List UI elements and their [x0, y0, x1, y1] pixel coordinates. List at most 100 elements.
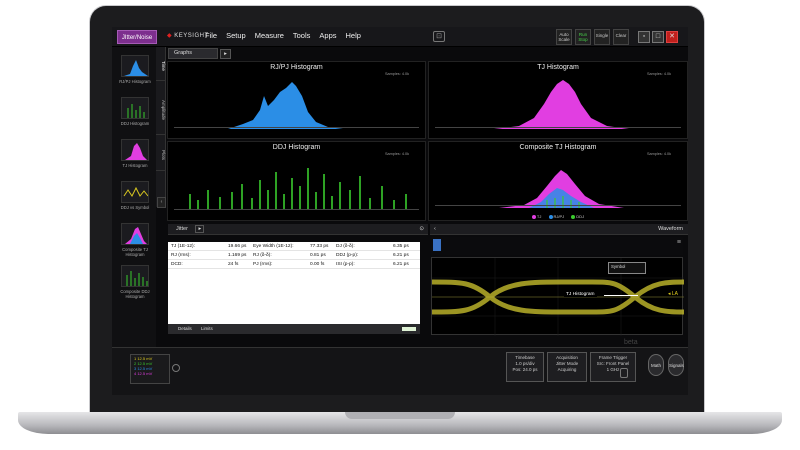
clear-button[interactable]: Clear — [613, 29, 629, 45]
annotation-arrow — [604, 295, 638, 296]
cell-value: 24 fs — [228, 261, 239, 267]
ddj-histogram-plot — [189, 168, 407, 210]
window-restore-icon[interactable]: ▫ — [638, 31, 650, 43]
tab-waveform[interactable]: Waveform — [658, 224, 683, 234]
acquisition-box[interactable]: Acquisition Jitter Mode Acquiring — [547, 352, 587, 382]
level-marker-label: LA — [671, 291, 678, 297]
details-button[interactable]: Details — [178, 326, 192, 331]
window-maximize-icon[interactable]: □ — [652, 31, 664, 43]
tab-jitter[interactable]: Jitter — [176, 226, 188, 232]
cell-value: 0.81 ps — [310, 252, 326, 258]
waveform-left-arrow-icon[interactable]: ‹ — [434, 226, 436, 232]
eye-diagram-svg — [431, 258, 685, 336]
sidebar-item-label: RJ/PJ Histogram — [119, 79, 151, 84]
sidebar-item-label: TJ Histogram — [122, 163, 148, 168]
cell-value: 19.66 ps — [228, 243, 247, 249]
expand-panel-icon[interactable]: ⊙ — [419, 224, 424, 234]
acquisition-line-2: Acquiring — [557, 367, 577, 372]
menu-help[interactable]: Help — [346, 31, 361, 40]
trigger-line-2: 1 GHz — [606, 367, 620, 372]
menu-setup[interactable]: Setup — [226, 31, 246, 40]
vertical-tabs: Time Amplitude Plots — [156, 47, 166, 207]
eye-diagram-plot: Symbol TJ Histogram ◂ LA — [431, 257, 685, 336]
menu-apps[interactable]: Apps — [319, 31, 336, 40]
cell-value: 6.21 ps — [393, 252, 409, 258]
cell-label: DJ (δ-δ): — [336, 243, 355, 249]
cell-label: RJ (δ-δ): — [253, 252, 272, 258]
sidebar-item-composite-tj[interactable]: Composite TJ Histogram — [118, 223, 152, 265]
table-row: DCD: 24 fs PJ (rms): 0.00 fs ISI (p-p): … — [168, 260, 420, 269]
menu-bar: JItter/Noise ◆ KEYSIGHT File Setup Measu… — [112, 27, 688, 47]
status-indicator — [402, 327, 416, 331]
sidebar-item-ddj-histogram[interactable]: DDJ Histogram — [118, 97, 152, 139]
tj-thumbnail-icon — [121, 139, 149, 161]
sidebar-item-label: Composite DDJ Histogram — [120, 289, 150, 299]
collapse-sidebar-icon[interactable]: ‹ — [157, 197, 166, 208]
tab-graphs[interactable]: Graphs ▸ — [168, 48, 231, 59]
menu-measure[interactable]: Measure — [255, 31, 284, 40]
jitter-tab-bar: Jitter ▸ ⊙ — [168, 224, 428, 235]
menu-tools[interactable]: Tools — [293, 31, 311, 40]
legend-rjpj: RJ/PJ — [548, 214, 564, 219]
sidebar-item-rjpj-histogram[interactable]: RJ/PJ Histogram — [118, 55, 152, 97]
math-button[interactable]: Math — [648, 354, 664, 376]
cell-label: TJ (1E-12): — [171, 243, 195, 249]
tab-plots[interactable]: Plots — [156, 141, 166, 171]
sidebar-item-composite-ddj[interactable]: Composite DDJ Histogram — [118, 265, 152, 307]
waveform-tab-bar: ‹ Waveform — [430, 224, 688, 235]
tj-histogram-annotation: TJ Histogram — [564, 292, 597, 297]
screenshot-camera-icon[interactable]: ⊡ — [433, 31, 445, 42]
cell-label: DDJ (p-p): — [336, 252, 359, 258]
waveform-marker-handle[interactable] — [433, 239, 441, 251]
composite-histogram-plot — [499, 170, 624, 208]
auto-scale-button[interactable]: Auto Scale — [556, 29, 572, 45]
channel-settings-gear-icon[interactable] — [172, 364, 180, 372]
jitter-footer-bar: Details Limits — [168, 324, 420, 334]
run-stop-button[interactable]: Run Stop — [575, 29, 591, 45]
composite-tj-thumbnail-icon — [121, 223, 149, 245]
bottom-status-bar: 1 12.5 mV 2 12.5 mV 3 12.5 mV 4 12.5 mV … — [112, 347, 688, 395]
menu-lines-icon[interactable]: ≡ — [677, 239, 681, 246]
symbol-box[interactable]: Symbol — [608, 262, 646, 274]
level-marker[interactable]: ◂ LA — [668, 291, 678, 297]
limits-button[interactable]: Limits — [201, 326, 213, 331]
cell-label: RJ (rms): — [171, 252, 191, 258]
graphs-tab-label: Graphs — [174, 50, 193, 56]
tab-amplitude[interactable]: Amplitude — [156, 87, 166, 135]
graphs-tab-arrow-icon[interactable]: ▸ — [220, 49, 231, 59]
brand-text: KEYSIGHT — [174, 33, 209, 39]
sidebar-item-tj-histogram[interactable]: TJ Histogram — [118, 139, 152, 181]
single-button[interactable]: Single — [594, 29, 610, 45]
signals-button[interactable]: Signals — [668, 354, 684, 376]
window-close-icon[interactable]: ✕ — [666, 31, 678, 43]
x-axis-line — [174, 209, 419, 210]
jitter-tab-arrow-icon[interactable]: ▸ — [195, 225, 205, 233]
brand-logo: ◆ KEYSIGHT — [167, 32, 209, 39]
cell-value: 6.21 ps — [393, 261, 409, 267]
cell-label: DCD: — [171, 261, 183, 267]
ddj-symbol-thumbnail-icon — [121, 181, 149, 203]
frame-trigger-box[interactable]: Frame Trigger Src: Front Panel 1 GHz — [590, 352, 636, 382]
composite-tj-histogram-panel: Composite TJ Histogram Samples: 4.0k TJ … — [428, 141, 688, 221]
cell-value: 0.00 fs — [310, 261, 325, 267]
cell-label: ISI (p-p): — [336, 261, 355, 267]
rjpj-histogram-panel: RJ/PJ Histogram Samples: 4.0k — [167, 61, 426, 139]
rjpj-histogram-plot — [228, 82, 343, 129]
x-axis-line — [174, 127, 419, 128]
sidebar-item-label: DDJ vs Symbol — [120, 205, 150, 210]
tab-time[interactable]: Time — [156, 51, 166, 81]
timebase-line-2: Pos: 24.0 ps — [512, 367, 538, 372]
menu-file[interactable]: File — [205, 31, 217, 40]
ddj-thumbnail-icon — [121, 97, 149, 119]
sidebar-item-ddj-vs-symbol[interactable]: DDJ vs Symbol — [118, 181, 152, 223]
cell-value: 77.33 ps — [310, 243, 329, 249]
app-badge[interactable]: JItter/Noise — [117, 30, 157, 44]
lock-icon[interactable] — [620, 368, 628, 378]
timebase-box[interactable]: Timebase 1.0 ps/div Pos: 24.0 ps — [506, 352, 544, 382]
laptop-notch — [345, 412, 455, 419]
cell-value: 6.35 ps — [393, 243, 409, 249]
tj-histogram-plot — [494, 80, 629, 129]
cell-label: Eye Width (1E-12): — [253, 243, 294, 249]
keysight-icon: ◆ — [167, 33, 173, 39]
channel-4[interactable]: 4 12.5 mV — [134, 371, 166, 376]
